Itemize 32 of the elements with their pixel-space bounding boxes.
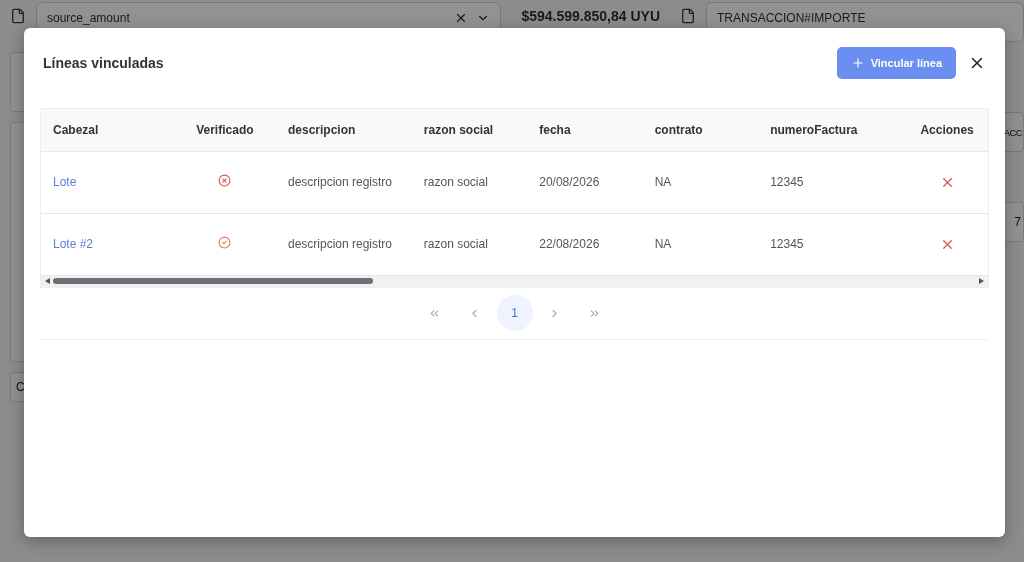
table-cell: NA xyxy=(654,175,672,189)
column-header: numeroFactura xyxy=(758,109,876,151)
page-button[interactable]: 1 xyxy=(496,295,533,331)
column-header: Cabezal xyxy=(41,109,174,151)
table-cell: 22/08/2026 xyxy=(539,237,600,251)
column-header: fecha xyxy=(527,109,643,151)
table-cell: 12345 xyxy=(770,237,804,251)
table-cell: razon social xyxy=(423,237,488,251)
amount-text: $594.599.850,84 UYU xyxy=(520,7,661,26)
table-cell: descripcion registro xyxy=(287,175,392,189)
row-link[interactable]: Lote #2 xyxy=(53,237,94,251)
link-line-button[interactable]: Vincular línea xyxy=(836,47,956,79)
table-cell: razon social xyxy=(423,175,488,189)
table-cell: descripcion registro xyxy=(287,237,392,251)
table-cell: 12345 xyxy=(770,175,804,189)
panel-label: C xyxy=(16,380,25,394)
column-header: Acciones xyxy=(906,109,988,151)
column-header: contrato xyxy=(642,109,759,151)
document-icon xyxy=(680,8,696,24)
dialog-title: Líneas vinculadas xyxy=(43,55,165,71)
panel-number: 7 xyxy=(1014,215,1021,229)
scroll-left-icon[interactable] xyxy=(45,278,50,284)
column-header: razon social xyxy=(411,109,528,151)
column-header: descripcion xyxy=(275,109,412,151)
column-header: Verificado xyxy=(173,109,276,151)
row-link[interactable]: Lote xyxy=(53,175,77,189)
table-cell: NA xyxy=(654,237,672,251)
scroll-right-icon[interactable] xyxy=(979,278,984,284)
document-icon xyxy=(10,8,26,24)
table-cell: 20/08/2026 xyxy=(539,175,600,189)
horizontal-scrollbar[interactable] xyxy=(41,275,988,287)
plus-icon xyxy=(850,56,865,70)
